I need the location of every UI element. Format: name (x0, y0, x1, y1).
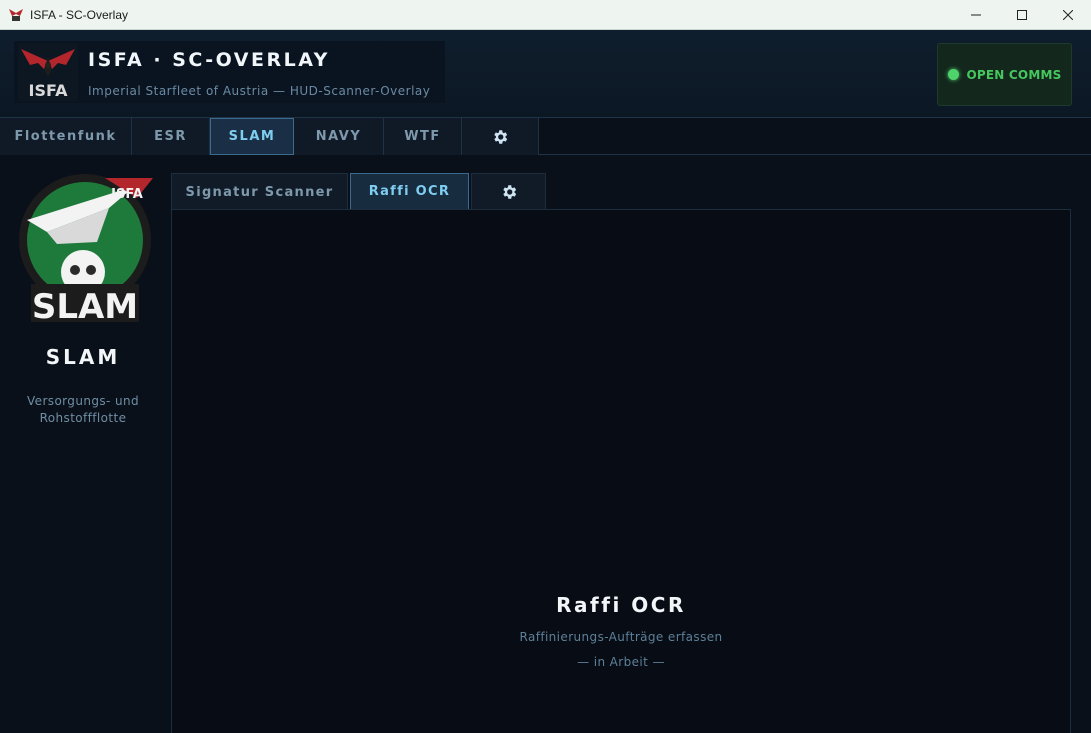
fleet-description-line: Versorgungs- und (27, 394, 139, 408)
isfa-logo: ISFA (18, 43, 78, 101)
gear-icon (502, 185, 516, 199)
minimize-button[interactable] (953, 0, 999, 29)
close-icon (1063, 9, 1073, 20)
sub-tab-bar: Signatur Scanner Raffi OCR (171, 173, 546, 210)
tab-settings[interactable] (462, 118, 539, 155)
tab-label: WTF (404, 129, 441, 144)
tab-esr[interactable]: ESR (132, 118, 210, 155)
tab-sub-settings[interactable] (471, 173, 546, 210)
tab-label: ESR (154, 129, 187, 144)
tab-raffi-ocr[interactable]: Raffi OCR (350, 173, 469, 210)
sidebar: SLAM ISFA SLAM Versorgungs- und Rohstoff… (0, 155, 166, 733)
main-tab-bar: Flottenfunk ESR SLAM NAVY WTF (0, 118, 1091, 155)
svg-text:ISFA: ISFA (29, 81, 69, 100)
tab-slam[interactable]: SLAM (210, 118, 294, 155)
panel-status: — in Arbeit — (577, 655, 665, 669)
content-panel: Raffi OCR Raffinierungs-Aufträge erfasse… (171, 209, 1071, 733)
tab-wtf[interactable]: WTF (384, 118, 462, 155)
fleet-description: Versorgungs- und Rohstoffflotte (0, 393, 166, 427)
tab-label: Flottenfunk (14, 129, 117, 144)
tab-label: Raffi OCR (368, 184, 451, 199)
tab-label: SLAM (228, 129, 276, 144)
brand-block: ISFA ISFA · SC-OVERLAY Imperial Starflee… (14, 41, 445, 103)
minimize-icon (971, 14, 981, 15)
tab-label: Signatur Scanner (185, 184, 334, 200)
app-subtitle: Imperial Starfleet of Austria — HUD-Scan… (88, 84, 431, 98)
panel-subtitle: Raffinierungs-Aufträge erfassen (519, 630, 723, 644)
fleet-description-line: Rohstoffflotte (39, 411, 127, 425)
svg-text:SLAM: SLAM (32, 287, 138, 324)
window-controls (953, 0, 1091, 29)
app-icon (9, 8, 23, 21)
app-title: ISFA · SC-OVERLAY (88, 49, 330, 71)
app-header: ISFA ISFA · SC-OVERLAY Imperial Starflee… (0, 30, 1091, 118)
open-comms-label: OPEN COMMS (966, 67, 1062, 82)
slam-logo: SLAM ISFA (19, 174, 153, 324)
tab-signatur-scanner[interactable]: Signatur Scanner (171, 173, 348, 210)
fleet-name: SLAM (45, 345, 121, 369)
window-title: ISFA - SC-Overlay (30, 7, 129, 22)
open-comms-button[interactable]: OPEN COMMS (937, 43, 1072, 106)
comms-status-icon (947, 69, 959, 80)
tab-navy[interactable]: NAVY (294, 118, 384, 155)
gear-icon (494, 129, 508, 144)
window-titlebar[interactable]: ISFA - SC-Overlay (0, 0, 1091, 30)
svg-text:ISFA: ISFA (111, 187, 143, 202)
tab-label: NAVY (315, 129, 362, 144)
panel-title: Raffi OCR (556, 593, 686, 617)
close-button[interactable] (1045, 0, 1091, 29)
maximize-icon (1017, 9, 1027, 20)
tab-flottenfunk[interactable]: Flottenfunk (0, 118, 132, 155)
maximize-button[interactable] (999, 0, 1045, 29)
